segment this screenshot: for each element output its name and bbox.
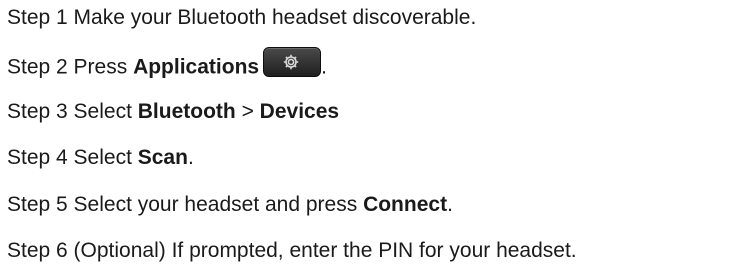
step-3-bluetooth-label: Bluetooth: [137, 100, 236, 123]
step-5: Step 5 Select your headset and press Con…: [7, 192, 453, 218]
step-1-text: Step 1 Make your Bluetooth headset disco…: [7, 6, 477, 29]
step-2-applications-label: Applications: [133, 55, 260, 79]
step-5-connect-label: Connect: [363, 193, 448, 216]
step-4-period: .: [187, 146, 194, 169]
step-6-text: Step 6 (Optional) If prompted, enter the…: [7, 239, 577, 262]
step-4-scan-label: Scan: [137, 146, 188, 169]
step-2-period: .: [321, 55, 327, 79]
step-3-devices-label: Devices: [259, 100, 340, 123]
step-3: Step 3 Select Bluetooth > Devices: [7, 99, 339, 125]
step-4-text: Step 4 Select: [7, 146, 138, 169]
step-1: Step 1 Make your Bluetooth headset disco…: [7, 5, 476, 31]
step-5-text: Step 5 Select your headset and press: [7, 193, 364, 216]
document-page: { "steps": [ {"prefix": "Step 1 Make you…: [0, 0, 731, 279]
step-2-text: Step 2 Press: [7, 55, 134, 79]
step-4: Step 4 Select Scan.: [7, 145, 194, 171]
step-3-separator: >: [235, 100, 260, 123]
step-3-text: Step 3 Select: [7, 100, 138, 123]
gear-icon: [283, 54, 299, 70]
step-6: Step 6 (Optional) If prompted, enter the…: [7, 238, 577, 264]
step-2: Step 2 Press Applications .: [7, 47, 327, 79]
step-5-period: .: [447, 193, 453, 216]
applications-button-image: [263, 47, 322, 77]
